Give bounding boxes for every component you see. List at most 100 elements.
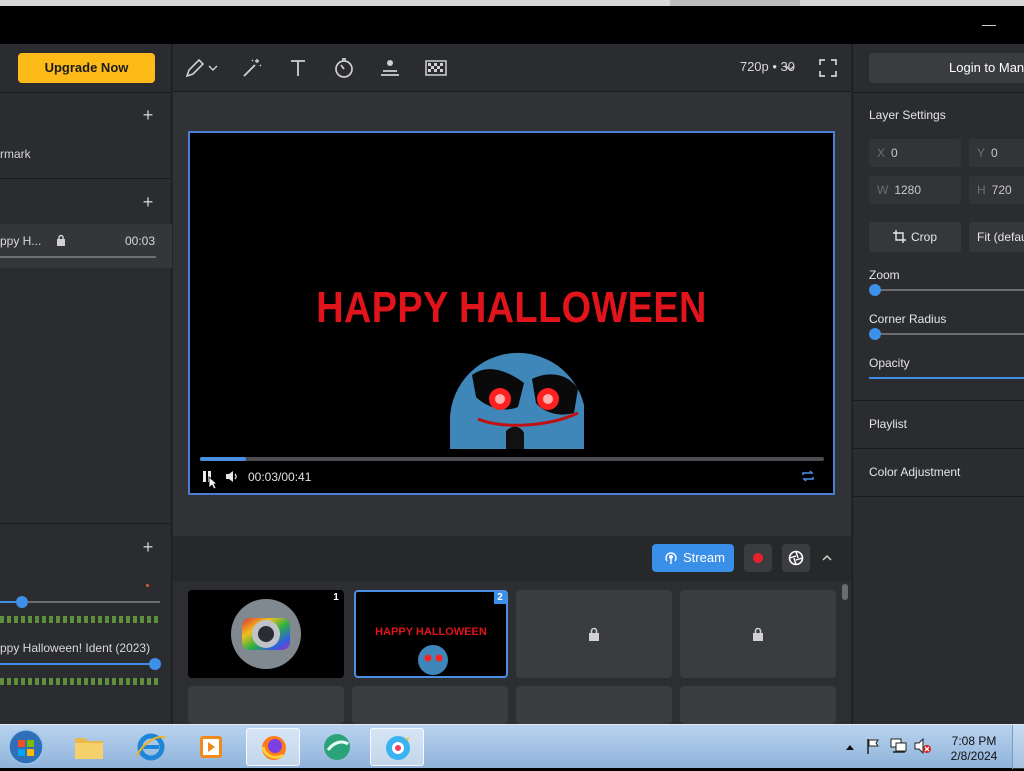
corner-radius-slider-knob[interactable] [869, 328, 881, 340]
scene-thumb-title: HAPPY HALLOWEEN [375, 626, 487, 638]
scene-tile-4-locked[interactable] [680, 590, 836, 678]
scene-grid: 1 HAPPY HALLOWEEN 2 [173, 582, 851, 724]
app-window: — Upgrade Now + rmark + ppy H... 00:03 +… [0, 0, 1024, 769]
zoom-slider-knob[interactable] [869, 284, 881, 296]
y-field[interactable]: Y0 [969, 139, 1024, 167]
opacity-slider[interactable] [869, 377, 1024, 379]
scene-tile-6[interactable] [352, 686, 508, 724]
corner-radius-label: Corner Radius [869, 312, 947, 326]
corner-radius-slider-track[interactable] [875, 333, 1024, 335]
timer-icon[interactable] [332, 56, 356, 80]
resolution-chevron-icon[interactable] [785, 64, 795, 72]
lock-icon [589, 627, 599, 641]
volume-icon[interactable] [225, 470, 239, 483]
folder-icon [75, 738, 103, 759]
playback-timecode: 00:03/00:41 [248, 470, 312, 484]
scene-tile-3-locked[interactable] [516, 590, 672, 678]
broadcast-controls: Stream [173, 536, 851, 582]
magic-wand-icon[interactable] [240, 56, 264, 80]
scene-tile-8[interactable] [680, 686, 836, 724]
taskbar-internet-explorer[interactable] [124, 728, 178, 766]
scene-grid-scrollbar[interactable] [842, 584, 848, 600]
clock-date: 2/8/2024 [950, 749, 998, 763]
scene-tile-1[interactable]: 1 [188, 590, 344, 678]
scene-tile-7[interactable] [516, 686, 672, 724]
crop-button[interactable]: Crop [869, 222, 961, 252]
action-center-flag-icon[interactable] [866, 738, 882, 754]
lower-third-icon[interactable] [378, 56, 402, 80]
globe-logo-graphic [231, 599, 301, 669]
audio-item-slider-fill [0, 663, 155, 665]
color-adjustment-section[interactable]: Color Adjustment [869, 465, 960, 479]
snapshot-button[interactable] [782, 544, 810, 572]
minimize-button[interactable]: — [982, 16, 996, 32]
record-icon [753, 553, 763, 563]
upgrade-now-button[interactable]: Upgrade Now [18, 53, 155, 83]
playback-progress-fill [200, 457, 246, 461]
opacity-label: Opacity [869, 356, 910, 370]
scene-tile-5[interactable] [188, 686, 344, 724]
show-desktop-button[interactable] [1012, 725, 1024, 769]
scene-number: 2 [494, 592, 506, 604]
chevron-up-icon[interactable] [821, 553, 833, 563]
watermark-label: rmark [0, 147, 31, 161]
add-watermark-icon[interactable]: + [141, 106, 155, 124]
record-button[interactable] [744, 544, 772, 572]
scene-tile-2[interactable]: HAPPY HALLOWEEN 2 [354, 590, 508, 678]
stream-label: Stream [683, 550, 725, 565]
playlist-section[interactable]: Playlist [869, 417, 907, 431]
width-field[interactable]: W 1280 [869, 176, 961, 204]
halloween-face-graphic [450, 352, 584, 449]
clock-time: 7:08 PM [951, 734, 997, 748]
login-button[interactable]: Login to Man [869, 53, 1024, 83]
internet-explorer-icon [136, 733, 166, 761]
taskbar-media-player[interactable] [184, 728, 238, 766]
zoom-slider-track[interactable] [875, 289, 1024, 291]
pen-tool-icon[interactable] [183, 56, 207, 80]
streaming-app-icon [386, 736, 410, 760]
x-field[interactable]: X0 [869, 139, 961, 167]
lock-icon [57, 234, 65, 246]
add-audio-icon[interactable]: + [141, 538, 155, 556]
taskbar-app-globe[interactable] [310, 728, 364, 766]
media-item-name: ppy H... [0, 234, 42, 248]
broadcast-icon [665, 552, 677, 564]
audio-item-slider-knob[interactable] [149, 658, 161, 670]
audio-item-level-meter [0, 678, 160, 685]
preview-canvas[interactable]: HAPPY HALLOWEEN 00:03/00:41 [188, 131, 835, 495]
volume-muted-icon[interactable] [914, 738, 932, 754]
media-player-icon [200, 736, 222, 758]
chevron-down-icon[interactable] [208, 64, 218, 72]
media-item-duration: 00:03 [125, 234, 156, 248]
taskbar-firefox[interactable] [246, 728, 300, 766]
audio-item-label: ppy Halloween! Ident (2023) [0, 641, 151, 655]
system-clock[interactable]: 7:08 PM 2/8/2024 [944, 734, 1004, 764]
stream-button[interactable]: Stream [652, 544, 734, 572]
audio-indicator-dot [146, 584, 149, 587]
network-icon[interactable] [890, 738, 908, 754]
playback-progress-bar[interactable] [200, 457, 824, 461]
lock-icon [753, 627, 763, 641]
center-workspace: 720p • 30 HAPPY HALLOWEEN 00:03/00:41 St… [173, 44, 851, 724]
taskbar-streaming-app[interactable] [370, 728, 424, 766]
aperture-icon [788, 550, 804, 566]
text-tool-icon[interactable] [286, 56, 310, 80]
media-list-item[interactable]: ppy H... 00:03 [0, 224, 172, 268]
add-media-icon[interactable]: + [141, 193, 155, 211]
taskbar-file-explorer[interactable] [62, 728, 116, 766]
height-field[interactable]: H 720 [969, 176, 1024, 204]
mouse-cursor-icon [208, 476, 218, 490]
volume-slider-knob[interactable] [16, 596, 28, 608]
windows-logo-icon [8, 729, 44, 765]
firefox-icon [261, 736, 286, 760]
halloween-title-text: HAPPY HALLOWEEN [316, 283, 707, 332]
loop-icon[interactable] [801, 469, 815, 483]
fit-button[interactable]: Fit (defau [969, 222, 1024, 252]
background-icon[interactable] [424, 56, 448, 80]
tray-expand-icon[interactable] [845, 743, 855, 751]
crop-label: Crop [911, 230, 938, 244]
fullscreen-icon[interactable] [816, 56, 840, 80]
layer-settings-title: Layer Settings [869, 108, 946, 122]
scene-thumb-face [418, 645, 448, 675]
start-button[interactable] [6, 728, 46, 766]
